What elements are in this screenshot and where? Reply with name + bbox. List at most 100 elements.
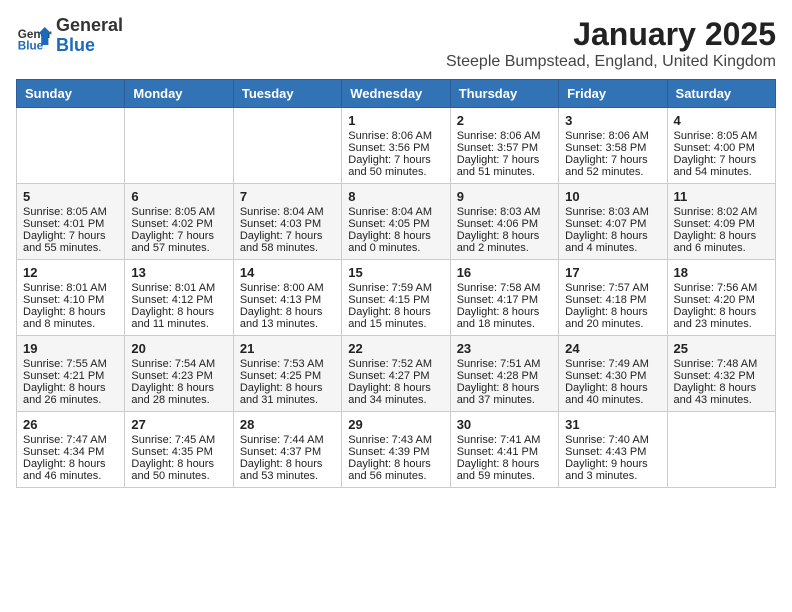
day-info: Sunrise: 7:49 AM	[565, 358, 660, 370]
day-info: Sunset: 4:30 PM	[565, 370, 660, 382]
logo-icon: General Blue	[16, 18, 52, 54]
day-info: Sunset: 4:12 PM	[131, 294, 226, 306]
day-info: Daylight: 7 hours and 54 minutes.	[674, 154, 769, 178]
logo: General Blue General Blue	[16, 16, 123, 56]
day-info: Sunset: 4:00 PM	[674, 142, 769, 154]
calendar-cell: 15Sunrise: 7:59 AMSunset: 4:15 PMDayligh…	[342, 260, 450, 336]
day-number: 30	[457, 417, 552, 432]
page-header: General Blue General Blue January 2025 S…	[16, 16, 776, 71]
day-info: Sunrise: 7:47 AM	[23, 434, 118, 446]
weekday-header-tuesday: Tuesday	[233, 80, 341, 108]
calendar-cell: 30Sunrise: 7:41 AMSunset: 4:41 PMDayligh…	[450, 412, 558, 488]
svg-text:Blue: Blue	[18, 39, 44, 52]
day-info: Sunset: 4:09 PM	[674, 218, 769, 230]
day-info: Sunset: 4:03 PM	[240, 218, 335, 230]
weekday-header-wednesday: Wednesday	[342, 80, 450, 108]
day-number: 9	[457, 189, 552, 204]
day-info: Sunrise: 8:05 AM	[674, 130, 769, 142]
day-info: Daylight: 8 hours and 34 minutes.	[348, 382, 443, 406]
calendar-week-3: 12Sunrise: 8:01 AMSunset: 4:10 PMDayligh…	[17, 260, 776, 336]
calendar-week-1: 1 Sunrise: 8:06 AM Sunset: 3:56 PM Daylight…	[17, 108, 776, 184]
day-number: 26	[23, 417, 118, 432]
day-info: Sunset: 3:58 PM	[565, 142, 660, 154]
day-number: 10	[565, 189, 660, 204]
calendar-cell: 23 Sunrise: 7:51 AMSunset: 4:28 PMDayligh…	[450, 336, 558, 412]
day-info: Sunset: 4:21 PM	[23, 370, 118, 382]
day-info: Daylight: 8 hours and 50 minutes.	[131, 458, 226, 482]
day-number: 21	[240, 341, 335, 356]
day-number: 25	[674, 341, 769, 356]
calendar-cell: 14Sunrise: 8:00 AMSunset: 4:13 PMDayligh…	[233, 260, 341, 336]
weekday-header-saturday: Saturday	[667, 80, 775, 108]
day-number: 11	[674, 189, 769, 204]
day-info: Sunset: 3:56 PM	[348, 142, 443, 154]
logo-text: General Blue	[56, 16, 123, 56]
day-number: 13	[131, 265, 226, 280]
calendar-cell: 8Sunrise: 8:04 AMSunset: 4:05 PMDaylight…	[342, 184, 450, 260]
calendar-cell: 1Sunrise: 8:06 AMSunset: 3:56 PMDaylight…	[342, 108, 450, 184]
calendar-cell: 12Sunrise: 8:01 AMSunset: 4:10 PMDayligh…	[17, 260, 125, 336]
day-info: Sunrise: 7:40 AM	[565, 434, 660, 446]
location-title: Steeple Bumpstead, England, United Kingd…	[446, 53, 776, 71]
day-info: Daylight: 7 hours and 51 minutes.	[457, 154, 552, 178]
day-number: 28	[240, 417, 335, 432]
day-info: Daylight: 8 hours and 4 minutes.	[565, 230, 660, 254]
day-number: 23	[457, 341, 552, 356]
day-number: 17	[565, 265, 660, 280]
day-info: Sunrise: 7:54 AM	[131, 358, 226, 370]
day-info: Sunset: 4:17 PM	[457, 294, 552, 306]
day-info: Sunrise: 7:52 AM	[348, 358, 443, 370]
day-info: Daylight: 8 hours and 37 minutes.	[457, 382, 552, 406]
month-title: January 2025	[446, 16, 776, 53]
calendar-cell: 22 Sunrise: 7:52 AMSunset: 4:27 PMDayligh…	[342, 336, 450, 412]
day-info: Daylight: 8 hours and 40 minutes.	[565, 382, 660, 406]
day-number: 4	[674, 113, 769, 128]
day-info: Daylight: 7 hours and 55 minutes.	[23, 230, 118, 254]
day-info: Daylight: 8 hours and 2 minutes.	[457, 230, 552, 254]
weekday-header-thursday: Thursday	[450, 80, 558, 108]
day-info: Sunrise: 8:04 AM	[348, 206, 443, 218]
calendar-cell: 9Sunrise: 8:03 AMSunset: 4:06 PMDaylight…	[450, 184, 558, 260]
day-info: Sunset: 4:13 PM	[240, 294, 335, 306]
day-info: Daylight: 7 hours and 57 minutes.	[131, 230, 226, 254]
day-number: 8	[348, 189, 443, 204]
day-info: Sunset: 4:43 PM	[565, 446, 660, 458]
day-info: Sunrise: 7:56 AM	[674, 282, 769, 294]
day-info: Daylight: 9 hours and 3 minutes.	[565, 458, 660, 482]
day-number: 22	[348, 341, 443, 356]
day-number: 5	[23, 189, 118, 204]
day-info: Sunrise: 8:04 AM	[240, 206, 335, 218]
day-info: Sunrise: 7:45 AM	[131, 434, 226, 446]
day-number: 29	[348, 417, 443, 432]
day-info: Sunrise: 8:06 AM	[565, 130, 660, 142]
calendar-cell: 10Sunrise: 8:03 AMSunset: 4:07 PMDayligh…	[559, 184, 667, 260]
calendar-cell: 4 Sunrise: 8:05 AMSunset: 4:00 PMDaylight…	[667, 108, 775, 184]
day-info: Daylight: 8 hours and 8 minutes.	[23, 306, 118, 330]
day-info: Daylight: 8 hours and 15 minutes.	[348, 306, 443, 330]
calendar-cell: 25Sunrise: 7:48 AMSunset: 4:32 PMDayligh…	[667, 336, 775, 412]
day-number: 1	[348, 113, 443, 128]
calendar-cell: 3Sunrise: 8:06 AMSunset: 3:58 PMDaylight…	[559, 108, 667, 184]
day-number: 16	[457, 265, 552, 280]
day-info: Sunset: 4:27 PM	[348, 370, 443, 382]
day-info: Daylight: 8 hours and 59 minutes.	[457, 458, 552, 482]
day-info: Daylight: 8 hours and 56 minutes.	[348, 458, 443, 482]
day-info: Daylight: 8 hours and 46 minutes.	[23, 458, 118, 482]
day-info: Sunrise: 7:41 AM	[457, 434, 552, 446]
day-info: Sunset: 4:20 PM	[674, 294, 769, 306]
day-info: Sunrise: 8:06 AM	[457, 130, 552, 142]
day-info: Sunrise: 8:02 AM	[674, 206, 769, 218]
day-info: Sunrise: 8:05 AM	[23, 206, 118, 218]
day-info: Sunset: 4:35 PM	[131, 446, 226, 458]
day-info: Sunrise: 7:44 AM	[240, 434, 335, 446]
calendar-cell: 19Sunrise: 7:55 AMSunset: 4:21 PMDayligh…	[17, 336, 125, 412]
calendar-cell: 29Sunrise: 7:43 AMSunset: 4:39 PMDayligh…	[342, 412, 450, 488]
day-info: Sunrise: 7:51 AM	[457, 358, 552, 370]
day-number: 6	[131, 189, 226, 204]
calendar-cell: 18Sunrise: 7:56 AMSunset: 4:20 PMDayligh…	[667, 260, 775, 336]
day-number: 27	[131, 417, 226, 432]
day-info: Sunset: 4:37 PM	[240, 446, 335, 458]
calendar-week-4: 19Sunrise: 7:55 AMSunset: 4:21 PMDayligh…	[17, 336, 776, 412]
day-info: Sunset: 4:28 PM	[457, 370, 552, 382]
day-info: Sunrise: 7:48 AM	[674, 358, 769, 370]
